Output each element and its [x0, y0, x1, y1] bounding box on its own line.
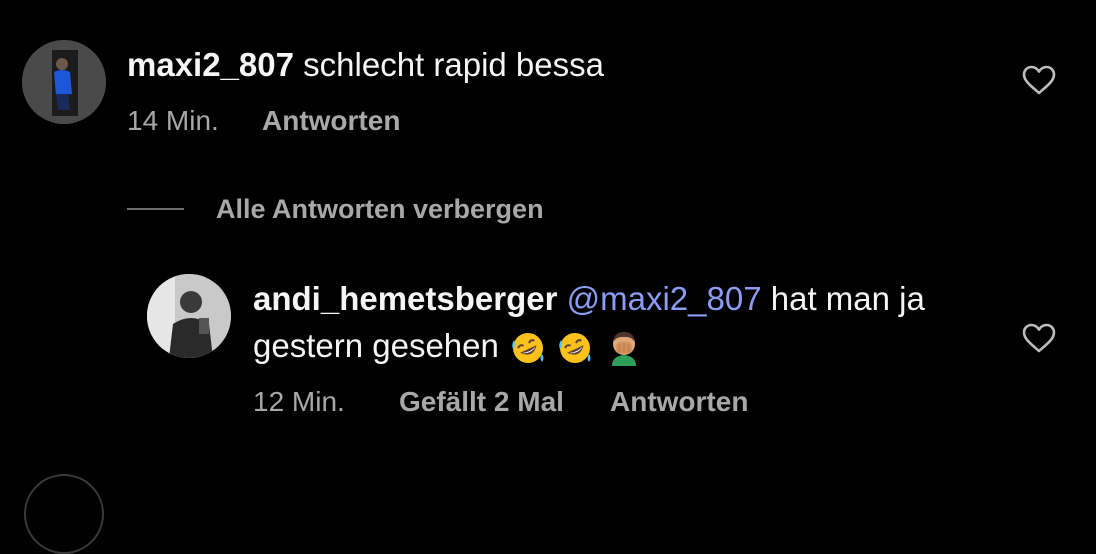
avatar[interactable]	[22, 40, 106, 124]
reply-body-line-2: gestern gesehen	[253, 327, 499, 364]
reply-timestamp: 12 Min.	[253, 386, 345, 417]
comment-username[interactable]: maxi2_807	[127, 46, 294, 83]
reply-reply-button[interactable]: Antworten	[610, 385, 748, 419]
man-facepalming-emoji	[612, 332, 637, 367]
comment-body: schlecht rapid bessa	[303, 46, 604, 83]
reply-mention[interactable]: @maxi2_807	[567, 280, 762, 317]
reply-text-line-2: gestern gesehen	[253, 326, 644, 367]
heart-outline-icon[interactable]	[1022, 65, 1056, 95]
hide-replies-label[interactable]: Alle Antworten verbergen	[216, 192, 544, 226]
comment-reply-button[interactable]: Antworten	[262, 104, 400, 138]
comment-timestamp: 14 Min.	[127, 105, 219, 136]
rofl-emoji	[559, 333, 591, 364]
heart-outline-icon[interactable]	[1022, 323, 1056, 353]
hide-replies-divider	[127, 208, 184, 210]
avatar[interactable]	[147, 274, 231, 358]
comment-text: maxi2_807 schlecht rapid bessa	[127, 45, 604, 85]
reply-likes-count[interactable]: Gefällt 2 Mal	[399, 385, 564, 419]
rofl-emoji	[512, 333, 544, 364]
reply-body-line-1: hat man ja	[770, 280, 925, 317]
reply-username[interactable]: andi_hemetsberger	[253, 280, 557, 317]
avatar[interactable]	[24, 474, 104, 554]
reply-text-line-1: andi_hemetsberger @maxi2_807 hat man ja	[253, 279, 925, 319]
